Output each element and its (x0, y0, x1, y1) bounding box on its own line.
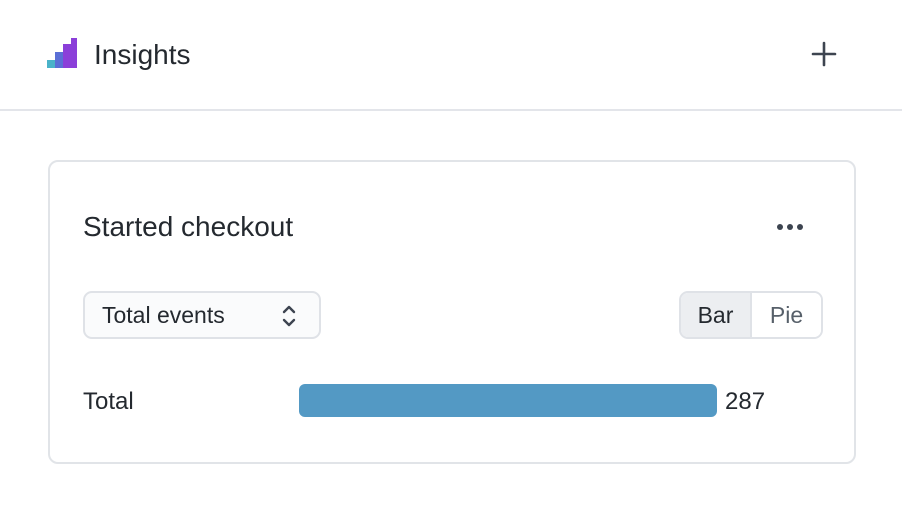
bar-track (299, 384, 717, 417)
chart-type-toggle: Bar Pie (679, 291, 823, 339)
page-title: Insights (94, 39, 191, 70)
insight-title: Started checkout (83, 211, 294, 242)
plus-icon (811, 41, 837, 67)
insight-card: Started checkout Total events Bar Pie To… (48, 160, 856, 464)
app-header: Insights (0, 0, 902, 111)
total-bar (299, 384, 717, 417)
bar-view-button[interactable]: Bar (681, 293, 752, 337)
more-options-button[interactable] (768, 210, 812, 244)
row-value: 287 (725, 388, 766, 415)
chevron-up-down-icon (282, 305, 296, 327)
metric-select-value: Total events (102, 301, 225, 328)
more-horizontal-icon (777, 224, 803, 230)
bar-chart-logo-icon (47, 38, 77, 68)
pie-view-button[interactable]: Pie (752, 293, 821, 337)
add-insight-button[interactable] (806, 36, 842, 72)
row-label: Total (83, 388, 134, 415)
metric-select[interactable]: Total events (83, 291, 321, 339)
